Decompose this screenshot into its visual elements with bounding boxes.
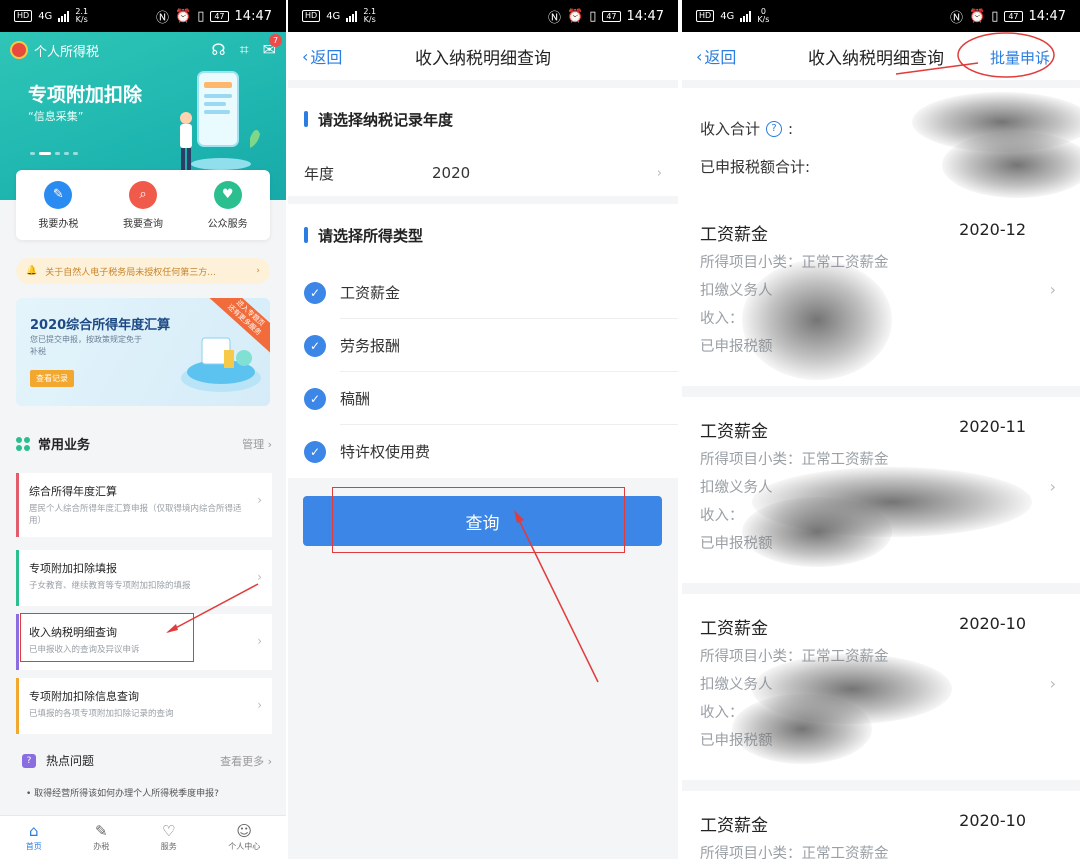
view-more-link[interactable]: 查看更多 › [220,753,272,769]
annotation-arrow [166,583,259,633]
tax-total-row: 已申报税额合计: [700,158,811,176]
record-type: 工资薪金 [700,619,768,639]
annotation-arrow [514,510,599,683]
hot-question-item[interactable]: • 取得经营所得该如何办理个人所得税季度申报? [26,786,219,799]
redaction-blur [942,132,1080,198]
hot-questions-header: ? 热点问题 查看更多 › [22,752,272,769]
redaction-blur [742,497,892,567]
redaction-blur [732,694,872,764]
record-date: 2020-10 [959,811,1026,830]
heart-icon: ♡ [162,822,176,840]
chevron-right-icon: › [1049,477,1056,496]
tab-tax[interactable]: ✎ 办税 [93,823,109,852]
chevron-right-icon: › [1049,280,1056,299]
income-total-row: 收入合计?: [700,119,794,139]
help-icon[interactable]: ? [766,120,783,137]
record-date: 2020-12 [959,220,1026,239]
summary-card: 收入合计?: 已申报税额合计: [682,88,1080,200]
redaction-blur [742,260,892,380]
record-type: 工资薪金 [700,422,768,442]
user-icon: ☺ [236,822,253,840]
result-screen: HD 4G 0 K/s Ⓝ ⏰ ▯ 47 14:47 ‹ 返回 收入纳税明细查询 批… [682,0,1080,859]
record-type: 工资薪金 [700,816,768,836]
record-subtype: 所得项目小类：正常工资薪金 [700,846,889,859]
query-screen: HD 4G 2.1 K/s Ⓝ ⏰ ▯ 47 14:47 ‹ 返回 收入纳税明细查询… [288,0,678,859]
record-income: 收入： [700,508,744,524]
form-icon: ✎ [94,822,108,840]
record-type: 工资薪金 [700,225,768,245]
record-card[interactable]: 工资薪金 2020-11 所得项目小类：正常工资薪金 扣缴义务人 收入： 已申报… [682,397,1080,583]
tab-profile[interactable]: ☺ 个人中心 [228,823,260,852]
chevron-right-icon: › [1049,674,1056,693]
record-date: 2020-11 [959,417,1026,436]
tab-home[interactable]: ⌂ 首页 [26,823,42,852]
record-income: 收入： [700,311,744,327]
bottom-tab-bar: ⌂ 首页 ✎ 办税 ♡ 服务 ☺ 个人中心 [0,815,286,859]
home-icon: ⌂ [28,822,39,840]
record-card[interactable]: 工资薪金 2020-12 所得项目小类：正常工资薪金 扣缴义务人 收入： 已申报… [682,200,1080,386]
question-icon: ? [22,753,36,768]
record-date: 2020-10 [959,614,1026,633]
record-card[interactable]: 工资薪金 2020-10 所得项目小类：正常工资薪金 [682,791,1080,859]
tab-service[interactable]: ♡ 服务 [161,823,177,852]
home-screen: HD 4G 2.1 K/s Ⓝ ⏰ ▯ 47 14:47 个人所得税 ☊ ⌗ ✉ 7… [0,0,286,859]
record-subtype: 所得项目小类：正常工资薪金 [700,452,889,468]
record-card[interactable]: 工资薪金 2020-10 所得项目小类：正常工资薪金 扣缴义务人 收入： 已申报… [682,594,1080,780]
